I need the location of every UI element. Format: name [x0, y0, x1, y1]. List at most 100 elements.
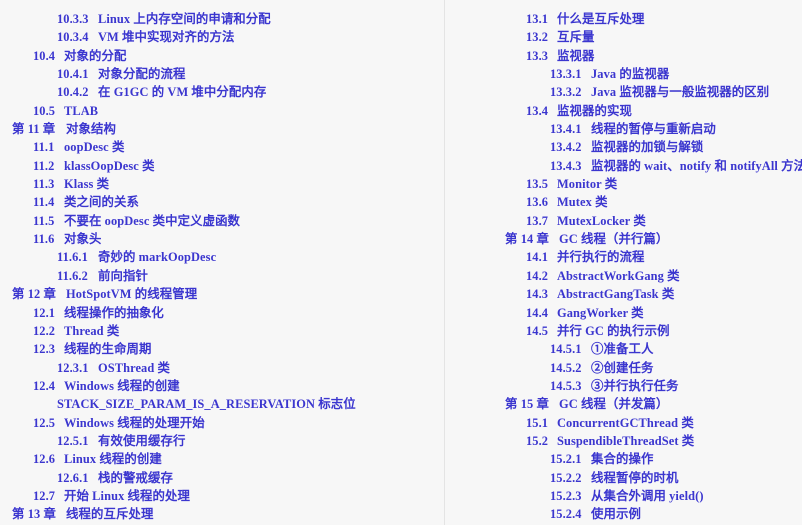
toc-entry[interactable]: 12.3.1 OSThread 类: [57, 359, 444, 377]
toc-entry[interactable]: 15.2 SuspendibleThreadSet 类: [526, 432, 802, 450]
toc-entry-number: 第 13 章: [12, 507, 56, 522]
toc-entry-title: 从集合外调用 yield(): [591, 488, 704, 503]
toc-entry-title: SuspendibleThreadSet 类: [557, 433, 695, 448]
toc-entry-title: 监视器: [557, 48, 595, 63]
toc-entry-number: 11.6: [33, 232, 55, 247]
toc-entry[interactable]: 14.4 GangWorker 类: [526, 304, 802, 322]
toc-entry[interactable]: 13.2 互斥量: [526, 28, 802, 46]
toc-entry-title: 对象分配的流程: [98, 67, 186, 82]
toc-entry[interactable]: 12.6 Linux 线程的创建: [33, 450, 444, 468]
toc-entry-title: 对象结构: [66, 122, 116, 137]
toc-entry-number: 10.4.2: [57, 85, 89, 100]
toc-entry[interactable]: 13.4.1 线程的暂停与重新启动: [550, 120, 802, 138]
toc-entry[interactable]: 13.1 什么是互斥处理: [526, 10, 802, 28]
toc-entry-title: klassOopDesc 类: [64, 158, 155, 173]
toc-entry[interactable]: 14.5.3 ③并行执行任务: [550, 377, 802, 395]
toc-entry-number: 11.6.2: [57, 268, 88, 283]
toc-entry[interactable]: 12.5.1 有效使用缓存行: [57, 432, 444, 450]
toc-entry-title: MutexLocker 类: [557, 213, 646, 228]
toc-entry-number: 14.5.2: [550, 360, 582, 375]
toc-entry[interactable]: 15.2.4 使用示例: [550, 505, 802, 523]
toc-entry-title: 监视器的加锁与解锁: [591, 140, 704, 155]
toc-entry[interactable]: 第 14 章 GC 线程（并行篇）: [505, 230, 802, 248]
toc-entry[interactable]: 11.6.1 奇妙的 markOopDesc: [57, 248, 444, 266]
toc-entry-number: 13.4.3: [550, 158, 582, 173]
toc-entry-number: 12.2: [33, 323, 56, 338]
toc-entry-number: 13.7: [526, 213, 549, 228]
toc-entry-title: 监视器的 wait、notify 和 notifyAll 方法: [591, 158, 802, 173]
toc-entry[interactable]: 11.1 oopDesc 类: [33, 138, 444, 156]
toc-entry[interactable]: 14.5 并行 GC 的执行示例: [526, 322, 802, 340]
toc-entry[interactable]: 11.3 Klass 类: [33, 175, 444, 193]
toc-entry-number: 12.3: [33, 342, 56, 357]
toc-entry[interactable]: 13.4.2 监视器的加锁与解锁: [550, 138, 802, 156]
toc-entry[interactable]: 12.1 线程操作的抽象化: [33, 304, 444, 322]
toc-entry-title: ③并行执行任务: [591, 378, 679, 393]
toc-entry[interactable]: 13.6 Mutex 类: [526, 193, 802, 211]
toc-entry[interactable]: 第 13 章线程的互斥处理: [12, 505, 444, 523]
toc-entry[interactable]: 14.5.1 ①准备工人: [550, 340, 802, 358]
toc-entry[interactable]: 12.7 开始 Linux 线程的处理: [33, 487, 444, 505]
toc-entry[interactable]: 10.4 对象的分配: [33, 47, 444, 65]
toc-entry[interactable]: 13.7 MutexLocker 类: [526, 212, 802, 230]
toc-entry[interactable]: 12.5 Windows 线程的处理开始: [33, 414, 444, 432]
toc-entry-number: 12.6: [33, 452, 56, 467]
toc-entry[interactable]: 11.4 类之间的关系: [33, 193, 444, 211]
toc-entry-title: Java 监视器与一般监视器的区别: [591, 85, 770, 100]
toc-entry[interactable]: 11.6.2 前向指针: [57, 267, 444, 285]
toc-entry[interactable]: 15.2.3 从集合外调用 yield(): [550, 487, 802, 505]
toc-entry[interactable]: 12.2 Thread 类: [33, 322, 444, 340]
toc-entry[interactable]: 13.4.3 监视器的 wait、notify 和 notifyAll 方法: [550, 157, 802, 175]
toc-entry[interactable]: 12.6.1 栈的警戒缓存: [57, 469, 444, 487]
toc-entry-title: Windows 线程的创建: [64, 378, 180, 393]
toc-entry[interactable]: 11.6 对象头: [33, 230, 444, 248]
toc-entry[interactable]: 11.2 klassOopDesc 类: [33, 157, 444, 175]
toc-entry-number: 13.3: [526, 48, 549, 63]
toc-entry[interactable]: 14.5.2 ②创建任务: [550, 359, 802, 377]
toc-entry[interactable]: 12.4 Windows 线程的创建: [33, 377, 444, 395]
toc-entry[interactable]: 10.5 TLAB: [33, 102, 444, 120]
toc-entry-title: oopDesc 类: [64, 140, 125, 155]
toc-entry-title: GC 线程（并发篇）: [559, 397, 669, 412]
toc-entry-title: Mutex 类: [557, 195, 608, 210]
toc-entry[interactable]: 12.3 线程的生命周期: [33, 340, 444, 358]
toc-entry[interactable]: 10.3.3 Linux 上内存空间的申请和分配: [57, 10, 444, 28]
toc-entry[interactable]: 10.4.2 在 G1GC 的 VM 堆中分配内存: [57, 83, 444, 101]
toc-entry-title: ConcurrentGCThread 类: [557, 415, 694, 430]
toc-entry-title: 奇妙的 markOopDesc: [98, 250, 217, 265]
toc-entry-title: 类之间的关系: [64, 195, 139, 210]
toc-entry[interactable]: 13.5 Monitor 类: [526, 175, 802, 193]
toc-entry-title: 线程操作的抽象化: [64, 305, 164, 320]
toc-entry-number: 12.1: [33, 305, 56, 320]
toc-entry[interactable]: 13.4 监视器的实现: [526, 102, 802, 120]
toc-entry-number: 15.2.4: [550, 507, 582, 522]
toc-entry[interactable]: 14.2 AbstractWorkGang 类: [526, 267, 802, 285]
toc-entry[interactable]: 第 15 章 GC 线程（并发篇）: [505, 395, 802, 413]
toc-entry[interactable]: 15.1 ConcurrentGCThread 类: [526, 414, 802, 432]
toc-entry-title: 线程的生命周期: [64, 342, 152, 357]
toc-entry-number: 11.5: [33, 213, 55, 228]
toc-entry-number: 10.4.1: [57, 67, 89, 82]
toc-entry[interactable]: 14.3 AbstractGangTask 类: [526, 285, 802, 303]
toc-entry[interactable]: 13.3.2 Java 监视器与一般监视器的区别: [550, 83, 802, 101]
toc-entry[interactable]: STACK_SIZE_PARAM_IS_A_RESERVATION 标志位: [57, 395, 444, 413]
toc-entry-number: 12.5: [33, 415, 56, 430]
toc-entry-number: 14.2: [526, 268, 549, 283]
toc-entry[interactable]: 15.2.1 集合的操作: [550, 450, 802, 468]
toc-entry[interactable]: 10.4.1 对象分配的流程: [57, 65, 444, 83]
toc-entry[interactable]: 15.2.2 线程暂停的时机: [550, 469, 802, 487]
toc-entry[interactable]: 14.1 并行执行的流程: [526, 248, 802, 266]
toc-entry[interactable]: 13.3.1 Java 的监视器: [550, 65, 802, 83]
toc-entry-title: Windows 线程的处理开始: [64, 415, 205, 430]
toc-entry-number: 12.3.1: [57, 360, 89, 375]
toc-entry[interactable]: 13.3 监视器: [526, 47, 802, 65]
toc-entry-number: 13.5: [526, 177, 549, 192]
toc-entry-title: 并行 GC 的执行示例: [557, 323, 670, 338]
toc-column-left: 10.3.3 Linux 上内存空间的申请和分配 10.3.4 VM 堆中实现对齐的方…: [0, 0, 444, 525]
toc-entry[interactable]: 11.5 不要在 oopDesc 类中定义虚函数: [33, 212, 444, 230]
toc-entry[interactable]: 10.3.4 VM 堆中实现对齐的方法: [57, 28, 444, 46]
toc-entry[interactable]: 第 12 章 HotSpotVM 的线程管理: [12, 285, 444, 303]
toc-entry-number: 14.3: [526, 287, 549, 302]
toc-entry-title: ②创建任务: [591, 360, 654, 375]
toc-entry[interactable]: 第 11 章对象结构: [12, 120, 444, 138]
